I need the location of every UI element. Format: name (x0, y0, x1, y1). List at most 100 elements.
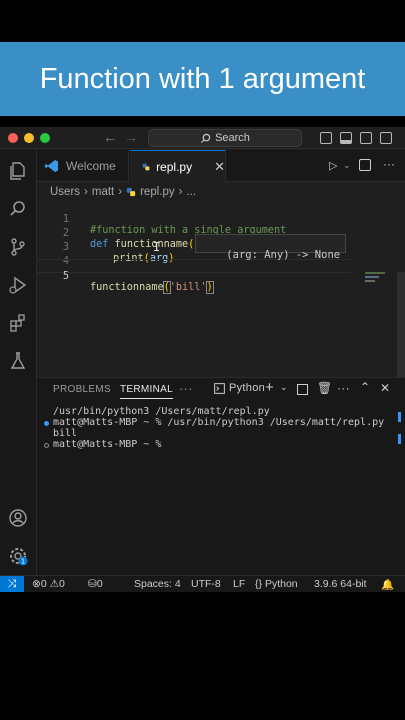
new-terminal-icon[interactable]: + (265, 379, 274, 396)
bottom-panel: PROBLEMS TERMINAL ··· Python + ⌄ 🗑 ··· ⌃… (37, 377, 405, 575)
testing-flask-icon[interactable] (7, 350, 29, 372)
manage-gear-icon[interactable]: 1 (7, 545, 29, 567)
tab-repl-label: repl.py (156, 159, 193, 174)
language-label: Python (264, 578, 298, 590)
breadcrumb-matt[interactable]: matt (92, 186, 114, 198)
warning-icon: ⚠ (49, 578, 59, 590)
panel-more-icon[interactable]: ··· (179, 381, 193, 396)
banner-title: Function with 1 argument (39, 62, 366, 95)
tab-problems[interactable]: PROBLEMS (53, 384, 111, 395)
terminal-icon (214, 382, 225, 394)
warning-count: 0 (59, 578, 65, 590)
signature-hint-tooltip: (arg: Any) -> None (195, 234, 347, 261)
run-options-chevron-icon[interactable]: ⌄ (343, 160, 351, 171)
customize-layout-icon[interactable] (380, 132, 392, 144)
more-actions-icon[interactable]: ··· (337, 381, 350, 395)
command-pending-dot-icon[interactable] (44, 443, 49, 448)
code-line: 3 print(arg) (37, 231, 175, 264)
problems-indicator[interactable]: ⊗0 ⚠0 (32, 578, 65, 590)
panel-tab-bar: PROBLEMS TERMINAL ··· Python + ⌄ 🗑 ··· ⌃… (37, 378, 405, 402)
terminal-line: matt@Matts-MBP ~ % /usr/bin/python3 /Use… (53, 417, 385, 428)
chevron-right-icon: › (118, 186, 123, 198)
status-bar: ⤨ ⊗0 ⚠0 ⛁0 Spaces: 4 UTF-8 LF {} Python … (0, 575, 405, 592)
ports-count: 0 (96, 578, 103, 590)
close-panel-icon[interactable]: ✕ (380, 381, 390, 395)
video-title-banner: Function with 1 argument (0, 42, 405, 116)
close-tab-icon[interactable]: ✕ (214, 159, 225, 175)
trash-icon[interactable]: 🗑 (317, 381, 333, 395)
breadcrumb: Users › matt › repl.py › ... (50, 182, 196, 202)
split-terminal-icon[interactable] (297, 384, 308, 395)
close-paren: ) (205, 281, 214, 294)
code-line-current: 5 functionname('bill') (37, 259, 350, 294)
eol-status[interactable]: LF (233, 578, 245, 590)
minimap[interactable] (365, 272, 391, 284)
command-success-dot-icon[interactable] (44, 421, 49, 426)
code-text: functionname('bill') (90, 281, 214, 294)
terminal-scroll-marker (398, 434, 401, 444)
encoding-status[interactable]: UTF-8 (191, 578, 221, 590)
search-label: Search (215, 132, 250, 144)
vscode-logo-icon (45, 160, 58, 172)
hint-text: (arg: Any) -> None (226, 249, 341, 261)
braces-icon: {} (255, 578, 263, 590)
activity-bar: 1 (0, 150, 37, 575)
function-name: functionname (114, 239, 189, 250)
run-python-file-icon[interactable]: ▷ (329, 159, 337, 172)
shell-label: Python (229, 382, 266, 394)
command-center-search[interactable]: Search (148, 129, 302, 147)
python-interpreter[interactable]: 3.9.6 64-bit (314, 578, 367, 590)
keyword-def: def (90, 239, 109, 250)
terminal-output[interactable]: /usr/bin/python3 /Users/matt/repl.py mat… (37, 406, 405, 576)
tab-terminal[interactable]: TERMINAL (120, 384, 173, 399)
maximize-window-button[interactable] (40, 133, 50, 143)
breadcrumb-users[interactable]: Users (50, 186, 80, 198)
terminal-shell-selector[interactable]: Python (214, 382, 265, 394)
tab-welcome-label: Welcome (66, 159, 116, 173)
vscode-window: ← → Search 1 Welcome repl.py ✕ ▷ ⌄ ··· U… (0, 127, 405, 592)
run-debug-icon[interactable] (7, 274, 29, 296)
error-count: 0 (40, 578, 47, 590)
code-editor[interactable]: 1 #function with a single argument 2 def… (37, 202, 405, 407)
extensions-icon[interactable] (7, 312, 29, 334)
source-control-icon[interactable] (7, 236, 29, 258)
terminal-dropdown-chevron-icon[interactable]: ⌄ (280, 382, 288, 393)
breadcrumb-file[interactable]: repl.py (140, 186, 175, 198)
chevron-right-icon: › (178, 186, 183, 198)
python-file-icon (126, 187, 136, 197)
explorer-icon[interactable] (7, 160, 29, 182)
svg-text:1: 1 (21, 558, 25, 566)
remote-indicator-icon[interactable]: ⤨ (0, 576, 24, 592)
chevron-right-icon: › (84, 186, 88, 198)
tab-welcome[interactable]: Welcome (37, 150, 129, 182)
code-line: 1 #function with a single argument (37, 203, 286, 236)
split-editor-icon[interactable] (359, 159, 371, 171)
ports-indicator[interactable]: ⛁0 (88, 578, 103, 590)
more-actions-icon[interactable]: ··· (383, 157, 395, 171)
terminal-scroll-marker (398, 412, 401, 422)
search-view-icon[interactable] (7, 198, 29, 220)
notifications-bell-icon[interactable]: 🔔 (381, 578, 394, 591)
breadcrumb-more[interactable]: ... (186, 186, 196, 198)
line-number: 5 (62, 271, 69, 282)
toggle-panel-icon[interactable] (340, 132, 352, 144)
language-mode[interactable]: {} Python (255, 578, 298, 590)
editor-tab-bar: Welcome repl.py ✕ ▷ ⌄ ··· (37, 150, 405, 182)
account-icon[interactable] (7, 507, 29, 529)
terminal-line: bill (53, 428, 78, 439)
text-cursor-icon: I (153, 240, 161, 254)
tab-repl-py[interactable]: repl.py ✕ (130, 150, 226, 182)
terminal-line: /usr/bin/python3 /Users/matt/repl.py (53, 406, 270, 417)
close-window-button[interactable] (8, 133, 18, 143)
maximize-panel-chevron-icon[interactable]: ⌃ (360, 380, 370, 394)
code-line: 2 def functionname(arg): (37, 217, 225, 250)
error-icon: ⊗ (32, 578, 41, 590)
indentation-status[interactable]: Spaces: 4 (134, 578, 181, 590)
back-arrow-icon[interactable]: ← (103, 129, 117, 145)
terminal-line: matt@Matts-MBP ~ % (53, 439, 162, 450)
minimize-window-button[interactable] (24, 133, 34, 143)
title-bar: ← → Search (0, 127, 405, 149)
toggle-secondary-sidebar-icon[interactable] (360, 132, 372, 144)
toggle-primary-sidebar-icon[interactable] (320, 132, 332, 144)
forward-arrow-icon[interactable]: → (124, 129, 138, 145)
